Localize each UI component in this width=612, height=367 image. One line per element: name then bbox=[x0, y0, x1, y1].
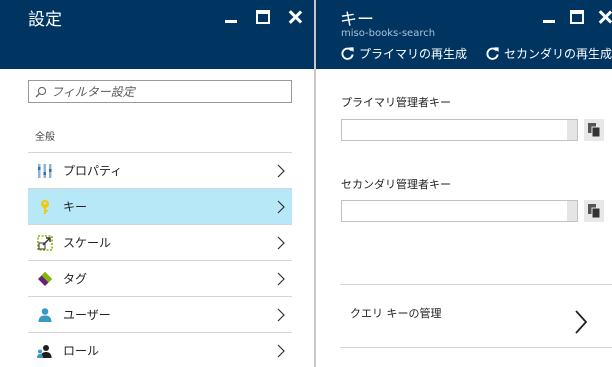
manage-query-keys-row[interactable]: クエリ キーの管理 bbox=[340, 284, 612, 348]
copy-primary-button[interactable] bbox=[584, 119, 604, 141]
settings-window-controls bbox=[224, 10, 302, 24]
minimize-icon[interactable] bbox=[542, 10, 556, 24]
secondary-key-scroll[interactable] bbox=[567, 201, 577, 221]
nav-item-tags[interactable]: タグ bbox=[28, 261, 292, 297]
maximize-icon[interactable] bbox=[570, 10, 584, 24]
regenerate-secondary-label: セカンダリの再生成 bbox=[504, 47, 612, 61]
filter-box[interactable] bbox=[28, 80, 292, 103]
copy-icon bbox=[588, 123, 601, 138]
keys-subtitle: miso-books-search bbox=[341, 28, 436, 39]
primary-key-label: プライマリ管理者キー bbox=[341, 96, 451, 109]
keys-window-controls bbox=[542, 10, 612, 24]
primary-key-field[interactable] bbox=[341, 119, 578, 141]
copy-icon bbox=[588, 204, 601, 219]
regenerate-primary-button[interactable]: プライマリの再生成 bbox=[340, 45, 467, 62]
chevron-right-icon bbox=[277, 200, 285, 214]
keys-command-bar: プライマリの再生成 セカンダリの再生成 bbox=[340, 45, 612, 62]
user-icon bbox=[37, 307, 53, 323]
nav-item-label: スケール bbox=[63, 236, 112, 250]
keys-blade: キー miso-books-search プライマリの再生成 セカンダリの再生成 bbox=[316, 0, 612, 367]
nav-item-users[interactable]: ユーザー bbox=[28, 297, 292, 333]
chevron-right-icon bbox=[277, 236, 285, 250]
role-icon bbox=[37, 343, 53, 359]
group-label-general: 全般 bbox=[35, 132, 55, 143]
maximize-icon[interactable] bbox=[256, 10, 270, 24]
chevron-right-icon bbox=[575, 310, 588, 334]
properties-icon bbox=[37, 163, 53, 179]
search-icon bbox=[35, 86, 47, 97]
close-icon[interactable] bbox=[288, 10, 302, 24]
regenerate-primary-label: プライマリの再生成 bbox=[359, 47, 468, 61]
settings-blade: 設定 全般 プロパティ bbox=[0, 0, 316, 367]
nav-item-scale[interactable]: スケール bbox=[28, 225, 292, 261]
tag-icon bbox=[37, 271, 53, 287]
manage-query-keys-label: クエリ キーの管理 bbox=[350, 307, 442, 320]
primary-key-row bbox=[341, 119, 609, 141]
nav-item-label: タグ bbox=[63, 272, 88, 286]
nav-item-label: ロール bbox=[63, 344, 100, 358]
keys-title: キー bbox=[340, 10, 374, 30]
nav-item-label: ユーザー bbox=[63, 308, 111, 322]
nav-item-label: キー bbox=[63, 200, 88, 214]
chevron-right-icon bbox=[277, 344, 285, 358]
secondary-key-row bbox=[341, 200, 609, 222]
minimize-icon[interactable] bbox=[224, 10, 238, 24]
nav-item-properties[interactable]: プロパティ bbox=[28, 153, 292, 189]
settings-header: 設定 bbox=[0, 0, 316, 69]
copy-secondary-button[interactable] bbox=[584, 200, 604, 222]
refresh-icon bbox=[341, 47, 354, 60]
close-icon[interactable] bbox=[598, 10, 612, 24]
chevron-right-icon bbox=[277, 308, 285, 322]
chevron-right-icon bbox=[277, 164, 285, 178]
nav-item-roles[interactable]: ロール bbox=[28, 333, 292, 367]
regenerate-secondary-button[interactable]: セカンダリの再生成 bbox=[485, 45, 612, 62]
chevron-right-icon bbox=[277, 272, 285, 286]
key-icon bbox=[37, 199, 53, 215]
settings-title: 設定 bbox=[28, 10, 62, 30]
primary-key-scroll[interactable] bbox=[567, 120, 577, 140]
keys-header: キー miso-books-search プライマリの再生成 セカンダリの再生成 bbox=[316, 0, 612, 69]
filter-input[interactable] bbox=[51, 84, 271, 99]
secondary-key-field[interactable] bbox=[341, 200, 578, 222]
secondary-key-label: セカンダリ管理者キー bbox=[341, 178, 451, 191]
nav-item-label: プロパティ bbox=[63, 164, 123, 178]
nav-item-keys[interactable]: キー bbox=[28, 189, 292, 225]
settings-nav-list: プロパティ キー スケール タグ ユーザー ロール bbox=[28, 152, 292, 367]
scale-icon bbox=[37, 234, 53, 251]
refresh-icon bbox=[486, 47, 499, 60]
